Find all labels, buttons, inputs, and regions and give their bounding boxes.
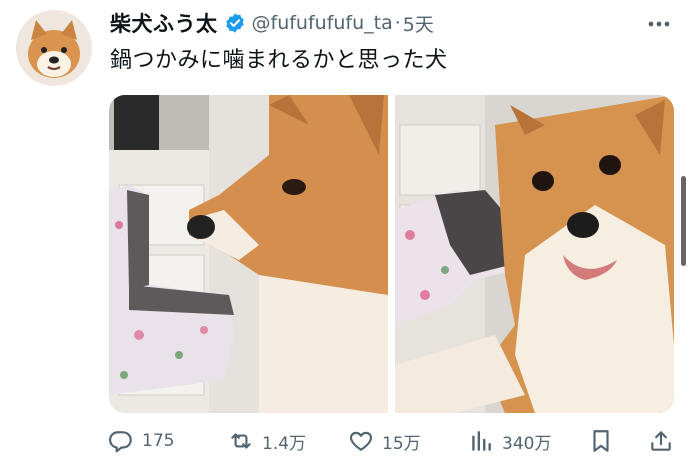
author-name[interactable]: 柴犬ふう太 (110, 8, 218, 38)
bookmark-button[interactable] (588, 426, 614, 456)
share-icon (648, 428, 674, 454)
bookmark-icon (588, 428, 614, 454)
action-bar: 175 1.4万 15万 340万 (108, 426, 674, 456)
more-options-icon[interactable] (644, 14, 674, 34)
reply-button[interactable]: 175 (108, 426, 174, 456)
author-handle[interactable]: @fufufufufu_ta (252, 12, 393, 34)
retweet-count: 1.4万 (262, 433, 307, 454)
scrollbar-thumb[interactable] (681, 176, 686, 266)
like-button[interactable]: 15万 (348, 426, 421, 456)
photo-dog-startled[interactable] (395, 95, 674, 413)
reply-icon (108, 428, 134, 454)
retweet-button[interactable]: 1.4万 (228, 426, 306, 456)
media-grid (109, 95, 674, 413)
tweet-header: 柴犬ふう太 @fufufufufu_ta · 5天 (110, 8, 434, 38)
avatar[interactable] (16, 10, 92, 86)
retweet-icon (228, 428, 254, 454)
separator-dot: · (394, 12, 401, 34)
tweet-text: 鍋つかみに噛まれるかと思った犬 (110, 48, 448, 73)
reply-count: 175 (142, 431, 175, 451)
heart-icon (348, 428, 374, 454)
media-divider (388, 95, 395, 413)
post-time[interactable]: 5天 (403, 10, 434, 37)
shiba-avatar-image (16, 10, 92, 86)
share-button[interactable] (648, 426, 674, 456)
photo-dog-calm[interactable] (109, 95, 388, 413)
like-count: 15万 (382, 433, 421, 454)
views-count: 340万 (502, 433, 552, 454)
views-chart-icon (468, 428, 494, 454)
views-button[interactable]: 340万 (468, 426, 551, 456)
verified-badge-icon (224, 12, 246, 34)
